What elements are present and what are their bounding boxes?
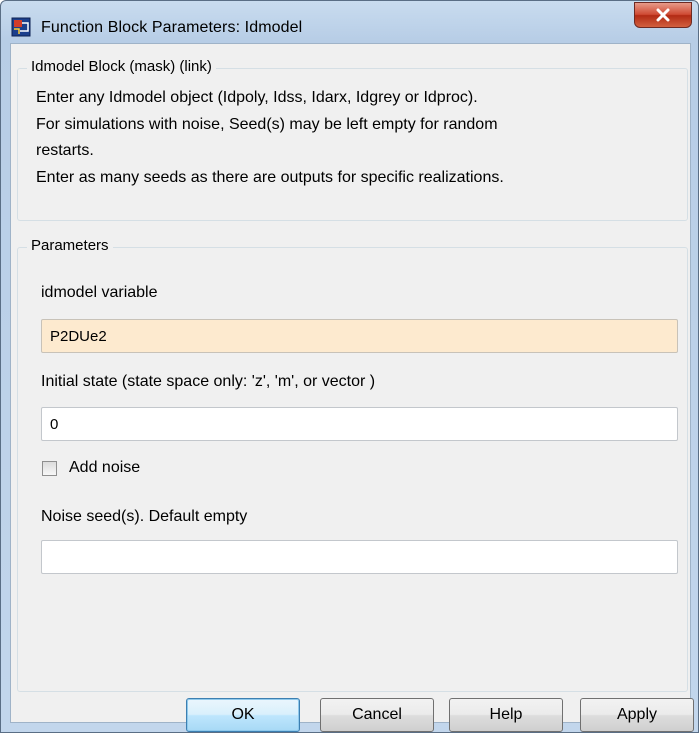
apply-button[interactable]: Apply [580,698,694,732]
close-icon [656,8,670,22]
add-noise-checkbox[interactable] [42,461,57,476]
description-legend: Idmodel Block (mask) (link) [27,58,216,75]
simulink-block-icon [11,17,31,37]
add-noise-label: Add noise [69,459,141,476]
idmodel-variable-label: idmodel variable [41,284,158,301]
dialog-client-area: Idmodel Block (mask) (link) Enter any Id… [10,43,694,732]
initial-state-label: Initial state (state space only: 'z', 'm… [41,373,376,390]
help-button[interactable]: Help [449,698,563,732]
noise-seed-input[interactable] [41,540,678,574]
initial-state-input[interactable] [41,407,678,441]
description-line: Enter any Idmodel object (Idpoly, Idss, … [36,89,478,106]
title-bar[interactable]: Function Block Parameters: Idmodel [1,1,698,43]
close-button[interactable] [634,2,692,28]
description-line: For simulations with noise, Seed(s) may … [36,116,498,133]
cancel-button[interactable]: Cancel [320,698,434,732]
parameters-legend: Parameters [27,237,113,254]
description-line: Enter as many seeds as there are outputs… [36,169,504,186]
dialog-window: Function Block Parameters: Idmodel Idmod… [0,0,699,733]
description-line: restarts. [36,142,94,159]
ok-button[interactable]: OK [186,698,300,732]
window-title: Function Block Parameters: Idmodel [41,19,303,36]
noise-seed-label: Noise seed(s). Default empty [41,508,248,525]
idmodel-variable-input[interactable] [41,319,678,353]
description-group: Idmodel Block (mask) (link) Enter any Id… [17,58,688,221]
